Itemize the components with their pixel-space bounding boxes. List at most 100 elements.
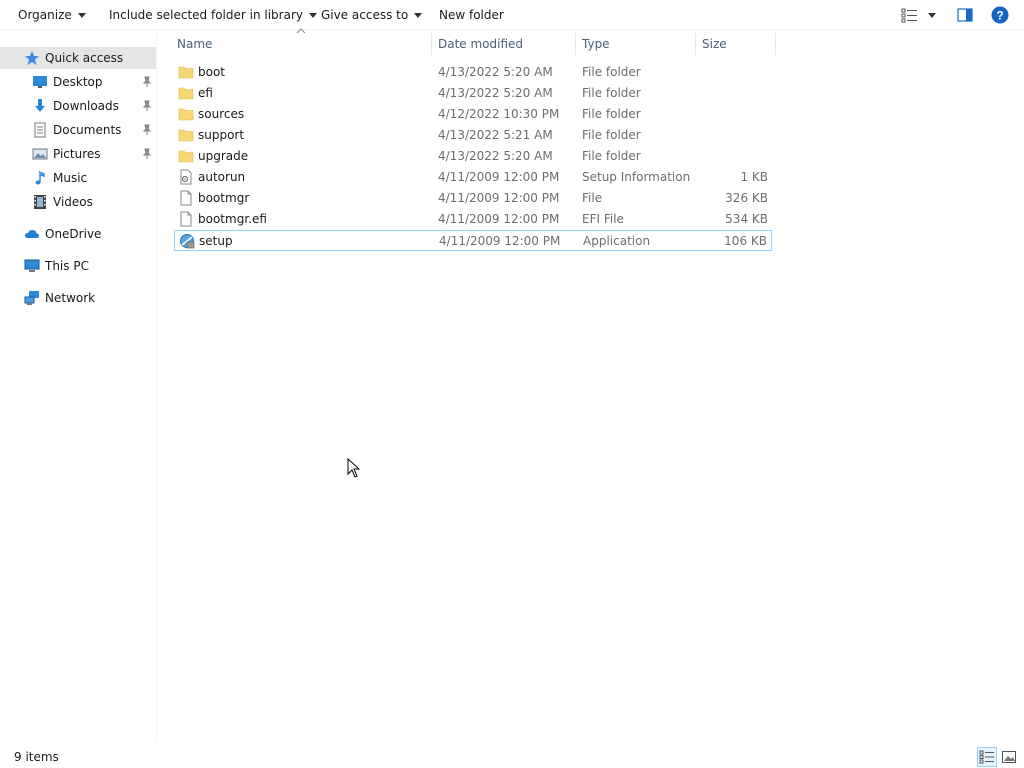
preview-pane-button[interactable] — [957, 7, 973, 26]
file-icon — [180, 190, 192, 206]
file-row[interactable]: efi 4/13/2022 5:20 AM File folder — [174, 83, 772, 104]
file-name: bootmgr — [198, 191, 250, 205]
file-name: boot — [198, 65, 226, 79]
file-type: EFI File — [582, 212, 624, 226]
nav-item-desktop[interactable]: Desktop — [0, 71, 156, 93]
nav-label: Videos — [53, 195, 93, 209]
nav-item-videos[interactable]: Videos — [0, 191, 156, 213]
pin-icon — [142, 148, 152, 159]
include-library-label: Include selected folder in library — [109, 8, 303, 22]
pictures-icon — [32, 148, 48, 160]
large-icons-view-button[interactable] — [999, 747, 1019, 767]
details-view-icon — [901, 8, 936, 23]
change-view-button[interactable] — [900, 7, 940, 26]
give-access-button[interactable]: Give access to — [321, 0, 423, 30]
file-date-modified: 4/11/2009 12:00 PM — [438, 212, 560, 226]
documents-icon — [34, 122, 46, 138]
videos-icon — [34, 195, 46, 209]
column-header-label: Date modified — [438, 37, 524, 51]
nav-label: Music — [53, 171, 88, 185]
help-icon: ? — [991, 6, 1009, 24]
nav-item-this-pc[interactable]: This PC — [0, 255, 156, 277]
nav-item-quick-access[interactable]: Quick access — [0, 47, 156, 69]
status-bar: 9 items — [0, 744, 1024, 768]
nav-item-documents[interactable]: Documents — [0, 119, 156, 141]
file-date-modified: 4/11/2009 12:00 PM — [438, 191, 560, 205]
nav-label: Pictures — [53, 147, 101, 161]
file-type: File folder — [582, 86, 641, 100]
file-date-modified: 4/13/2022 5:20 AM — [438, 86, 553, 100]
new-folder-button[interactable]: New folder — [439, 0, 504, 30]
file-size: 326 KB — [725, 191, 768, 205]
preview-pane-icon — [957, 8, 973, 22]
file-icon — [180, 211, 192, 227]
file-name: sources — [198, 107, 245, 121]
star-icon — [25, 51, 39, 65]
nav-label: This PC — [45, 259, 89, 273]
setup-app-icon — [180, 234, 195, 249]
file-size: 1 KB — [740, 170, 768, 184]
help-button[interactable]: ? — [991, 6, 1009, 27]
column-header-name[interactable]: Name — [171, 33, 432, 55]
column-header-label: Name — [177, 37, 213, 51]
file-type: Setup Information — [582, 170, 691, 184]
include-in-library-button[interactable]: Include selected folder in library — [109, 0, 317, 30]
nav-item-pictures[interactable]: Pictures — [0, 143, 156, 165]
navigation-pane: Quick access Desktop Downloads Documents… — [0, 30, 157, 740]
file-row[interactable]: autorun 4/11/2009 12:00 PM Setup Informa… — [174, 167, 772, 188]
file-date-modified: 4/13/2022 5:20 AM — [438, 65, 553, 79]
file-type: File folder — [582, 65, 641, 79]
file-date-modified: 4/11/2009 12:00 PM — [438, 170, 560, 184]
command-bar: Organize Include selected folder in libr… — [0, 0, 1024, 30]
file-row[interactable]: support 4/13/2022 5:21 AM File folder — [174, 125, 772, 146]
file-type: File folder — [582, 107, 641, 121]
folder-icon — [178, 66, 194, 79]
file-date-modified: 4/13/2022 5:21 AM — [438, 128, 553, 142]
nav-label: Documents — [53, 123, 122, 137]
file-row[interactable]: boot 4/13/2022 5:20 AM File folder — [174, 62, 772, 83]
file-row[interactable]: setup 4/11/2009 12:00 PM Application 106… — [174, 230, 772, 251]
file-row[interactable]: bootmgr.efi 4/11/2009 12:00 PM EFI File … — [174, 209, 772, 230]
file-type: File folder — [582, 149, 641, 163]
chevron-down-icon — [414, 12, 423, 18]
folder-icon — [178, 108, 194, 121]
file-type: Application — [583, 234, 651, 248]
nav-item-onedrive[interactable]: OneDrive — [0, 223, 156, 245]
file-row[interactable]: bootmgr 4/11/2009 12:00 PM File 326 KB — [174, 188, 772, 209]
computer-icon — [24, 259, 40, 272]
file-name: bootmgr.efi — [198, 212, 267, 226]
download-icon — [35, 99, 45, 112]
column-header-label: Size — [702, 37, 727, 51]
details-view-icon — [979, 750, 994, 764]
music-icon — [35, 171, 45, 185]
column-header-size[interactable]: Size — [696, 33, 776, 55]
column-header-label: Type — [582, 37, 610, 51]
column-header-type[interactable]: Type — [576, 33, 696, 55]
item-count: 9 items — [14, 750, 59, 764]
new-folder-label: New folder — [439, 8, 504, 22]
settings-file-icon — [180, 169, 192, 185]
folder-icon — [178, 87, 194, 100]
nav-label: Quick access — [45, 51, 124, 65]
folder-icon — [178, 150, 194, 163]
svg-text:?: ? — [996, 9, 1003, 23]
nav-item-network[interactable]: Network — [0, 287, 156, 309]
file-row[interactable]: sources 4/12/2022 10:30 PM File folder — [174, 104, 772, 125]
folder-icon — [178, 129, 194, 142]
mouse-cursor-icon — [347, 458, 361, 478]
file-explorer-window: Organize Include selected folder in libr… — [0, 0, 1024, 768]
details-view-button[interactable] — [977, 747, 997, 767]
organize-button[interactable]: Organize — [18, 0, 86, 30]
file-type: File folder — [582, 128, 641, 142]
nav-item-downloads[interactable]: Downloads — [0, 95, 156, 117]
file-row[interactable]: upgrade 4/13/2022 5:20 AM File folder — [174, 146, 772, 167]
pin-icon — [142, 100, 152, 111]
nav-label: Network — [45, 291, 96, 305]
nav-item-music[interactable]: Music — [0, 167, 156, 189]
desktop-icon — [33, 76, 47, 88]
column-header-date-modified[interactable]: Date modified — [432, 33, 576, 55]
file-size: 534 KB — [725, 212, 768, 226]
large-icons-view-icon — [1002, 751, 1016, 763]
nav-label: Downloads — [53, 99, 119, 113]
organize-label: Organize — [18, 8, 72, 22]
